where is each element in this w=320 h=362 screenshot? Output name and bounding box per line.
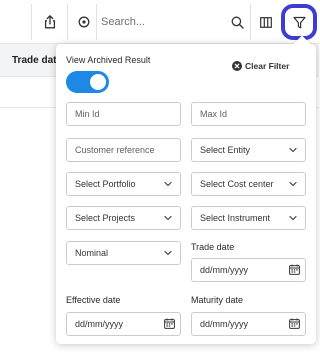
effective-date-input[interactable]: dd/mm/yyyy (66, 312, 181, 336)
page: Trade date View Archived Result Clear Fi… (0, 0, 319, 362)
maturity-date-input[interactable]: dd/mm/yyyy (191, 312, 306, 336)
max-id-input[interactable] (192, 103, 305, 125)
chevron-down-icon (289, 147, 297, 153)
customer-reference-input[interactable] (67, 139, 180, 161)
chevron-down-icon (164, 250, 172, 256)
portfolio-select-value: Select Portfolio (75, 179, 136, 189)
chevron-down-icon (289, 181, 297, 187)
entity-select-value: Select Entity (200, 145, 251, 155)
columns-button[interactable] (254, 0, 278, 44)
nominal-select-value: Nominal (75, 248, 109, 258)
toolbar-divider (31, 4, 32, 40)
effective-date-label: Effective date (66, 295, 121, 305)
min-id-input[interactable] (67, 103, 180, 125)
column-header-trade-date[interactable]: Trade date (12, 55, 62, 66)
projects-select-value: Select Projects (75, 213, 136, 223)
min-id-field[interactable] (66, 102, 181, 126)
settings-button[interactable] (70, 0, 98, 44)
entity-select[interactable]: Select Entity (191, 138, 306, 162)
filter-button[interactable] (281, 4, 317, 40)
instrument-select[interactable]: Select Instrument (191, 206, 306, 230)
trade-date-value: dd/mm/yyyy (200, 265, 249, 275)
toolbar-divider (67, 4, 68, 40)
share-icon (44, 15, 56, 29)
max-id-field[interactable] (191, 102, 306, 126)
trade-date-input[interactable]: dd/mm/yyyy (191, 258, 306, 282)
instrument-select-value: Select Instrument (200, 213, 271, 223)
clear-filter-label: Clear Filter (245, 61, 290, 71)
chevron-down-icon (164, 181, 172, 187)
filter-panel: View Archived Result Clear Filter Select… (56, 35, 316, 344)
toggle-knob (90, 74, 106, 90)
chevron-down-icon (164, 215, 172, 221)
maturity-date-label: Maturity date (191, 295, 244, 305)
trade-date-label: Trade date (191, 242, 235, 252)
cost-center-select[interactable]: Select Cost center (191, 172, 306, 196)
portfolio-select[interactable]: Select Portfolio (66, 172, 181, 196)
columns-icon (260, 16, 272, 28)
maturity-date-value: dd/mm/yyyy (200, 319, 249, 329)
calendar-icon[interactable] (164, 318, 175, 329)
calendar-icon[interactable] (289, 318, 300, 329)
search-button[interactable] (229, 0, 245, 44)
chevron-down-icon (289, 215, 297, 221)
customer-reference-field[interactable] (66, 138, 181, 162)
calendar-icon[interactable] (289, 264, 300, 275)
clear-filter-button[interactable]: Clear Filter (232, 60, 289, 72)
nominal-select[interactable]: Nominal (66, 241, 181, 265)
projects-select[interactable]: Select Projects (66, 206, 181, 230)
toolbar (0, 0, 319, 44)
close-circle-icon (232, 61, 242, 71)
archived-label: View Archived Result (66, 55, 151, 65)
cost-center-select-value: Select Cost center (200, 179, 274, 189)
archived-toggle[interactable] (66, 71, 109, 93)
toolbar-divider (96, 4, 97, 40)
settings-icon (78, 16, 90, 28)
search-icon (231, 16, 244, 29)
search-input[interactable] (101, 12, 226, 32)
filter-icon (292, 16, 306, 29)
effective-date-value: dd/mm/yyyy (75, 319, 124, 329)
toolbar-divider (250, 4, 251, 40)
share-button[interactable] (36, 0, 64, 44)
